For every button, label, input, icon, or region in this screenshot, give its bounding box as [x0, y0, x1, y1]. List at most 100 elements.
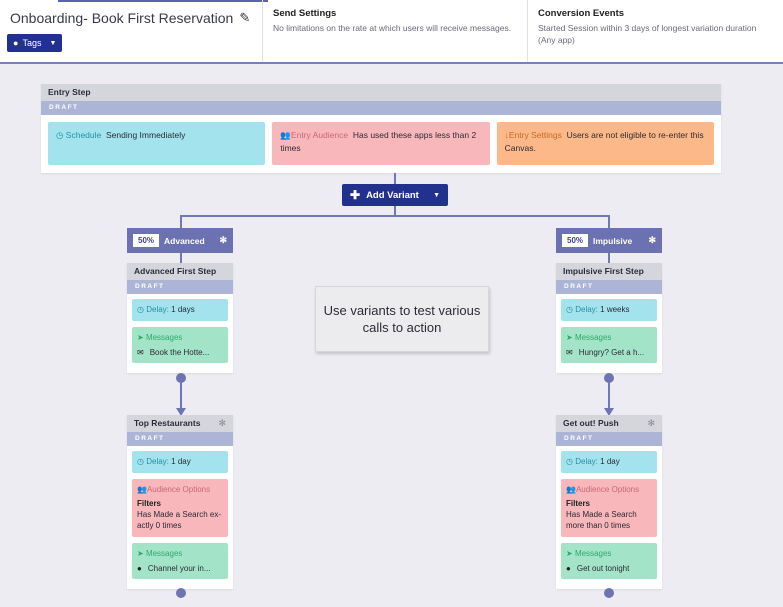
users-icon: 👥 [280, 130, 291, 140]
filters-text: Has Made a Search more than 0 times [566, 510, 637, 530]
connector-line [608, 215, 610, 228]
step-header: Impulsive First Step [556, 263, 662, 280]
connector-line [180, 382, 182, 410]
step-card[interactable]: Get out! Push ✻ DRAFT ◷ Delay: 1 day 👥Aud… [556, 415, 662, 589]
variant-header-advanced[interactable]: 50% Advanced ✻ [127, 228, 233, 253]
paper-plane-icon: ➤ [566, 549, 573, 558]
step-card[interactable]: Top Restaurants ✻ DRAFT ◷ Delay: 1 day 👥A… [127, 415, 233, 589]
delay-tile[interactable]: ◷ Delay: 1 day [561, 451, 657, 473]
conversion-events-panel[interactable]: Conversion Events Started Session within… [527, 0, 783, 62]
variant-name: Impulsive [593, 235, 633, 246]
entry-step[interactable]: Entry Step DRAFT ◷ Schedule Sending Imme… [41, 84, 721, 173]
add-variant-button[interactable]: ✚ Add Variant ▼ [342, 184, 448, 206]
plus-icon: ✚ [350, 188, 361, 202]
message-text: Hungry? Get a h... [578, 348, 645, 357]
step-title: Top Restaurants [134, 418, 201, 428]
schedule-card[interactable]: ◷ Schedule Sending Immediately [48, 122, 266, 165]
gear-icon[interactable]: ✻ [648, 235, 656, 246]
step-status: DRAFT [556, 280, 662, 294]
audience-options-label: Audience Options [146, 485, 211, 494]
conversion-events-heading: Conversion Events [538, 8, 625, 19]
delay-value: 1 days [171, 305, 195, 314]
canvas-title[interactable]: Onboarding- Book First Reservation ✎ [10, 10, 250, 26]
paper-plane-icon: ➤ [566, 333, 573, 342]
delay-tile[interactable]: ◷ Delay: 1 weeks [561, 299, 657, 321]
messages-label: Messages [574, 549, 612, 558]
step-status: DRAFT [127, 432, 233, 446]
entry-step-title: Entry Step [48, 87, 91, 97]
variant-percent[interactable]: 50% [562, 234, 589, 247]
clock-icon: ◷ [137, 305, 144, 314]
entry-step-status: DRAFT [41, 101, 721, 115]
step-status: DRAFT [556, 432, 662, 446]
messages-label: Messages [574, 333, 612, 342]
step-header: Get out! Push ✻ [556, 415, 662, 432]
messages-tile[interactable]: ➤ Messages ✉ Hungry? Get a h... [561, 327, 657, 363]
variant-name: Advanced [164, 235, 205, 246]
entry-settings-card[interactable]: ↓Entry Settings Users are not eligible t… [496, 122, 714, 165]
canvas-title-text: Onboarding- Book First Reservation [10, 10, 234, 26]
audience-options-tile[interactable]: 👥Audience Options Filters Has Made a Sea… [561, 479, 657, 537]
clock-icon: ◷ [566, 305, 573, 314]
connector-node[interactable] [176, 588, 186, 598]
messages-label: Messages [145, 549, 183, 558]
step-title: Impulsive First Step [563, 266, 644, 276]
filters-label: Filters [566, 499, 591, 508]
clock-icon: ◷ [137, 457, 144, 466]
step-card[interactable]: Advanced First Step DRAFT ◷ Delay: 1 day… [127, 263, 233, 373]
apple-icon: ● [566, 564, 571, 573]
message-text: Get out tonight [576, 564, 630, 573]
variant-header-impulsive[interactable]: 50% Impulsive ✻ [556, 228, 662, 253]
connector-line [394, 173, 396, 184]
step-title: Advanced First Step [134, 266, 217, 276]
delay-label: Delay: [575, 305, 598, 314]
entry-audience-card[interactable]: 👥Entry Audience Has used these apps less… [272, 122, 490, 165]
connector-node[interactable] [604, 588, 614, 598]
connector-line [180, 215, 610, 217]
gear-icon[interactable]: ✻ [218, 415, 226, 432]
schedule-label: Schedule [65, 130, 102, 140]
chevron-down-icon: ▼ [49, 39, 57, 47]
step-card[interactable]: Impulsive First Step DRAFT ◷ Delay: 1 we… [556, 263, 662, 373]
entry-settings-label: Entry Settings [508, 130, 562, 140]
messages-tile[interactable]: ➤ Messages ● Channel your in... [132, 543, 228, 579]
paper-plane-icon: ➤ [137, 549, 144, 558]
send-settings-text: No limitations on the rate at which user… [273, 23, 512, 33]
send-settings-panel[interactable]: Send Settings No limitations on the rate… [262, 0, 527, 62]
messages-tile[interactable]: ➤ Messages ✉ Book the Hotte... [132, 327, 228, 363]
envelope-icon: ✉ [566, 348, 573, 357]
gear-icon[interactable]: ✻ [219, 235, 227, 246]
clock-icon: ◷ [56, 130, 64, 140]
delay-tile[interactable]: ◷ Delay: 1 days [132, 299, 228, 321]
paper-plane-icon: ➤ [137, 333, 144, 342]
audience-options-label: Audience Options [575, 485, 640, 494]
delay-value: 1 day [600, 457, 620, 466]
tags-button[interactable]: ● Tags ▼ [7, 34, 63, 52]
step-header: Advanced First Step [127, 263, 233, 280]
delay-label: Delay: [146, 305, 169, 314]
delay-tile[interactable]: ◷ Delay: 1 day [132, 451, 228, 473]
conversion-events-text: Started Session within 3 days of longest… [538, 23, 757, 45]
clock-icon: ◷ [566, 457, 573, 466]
audience-options-tile[interactable]: 👥Audience Options Filters Has Made a Sea… [132, 479, 228, 537]
message-text: Channel your in... [147, 564, 211, 573]
messages-tile[interactable]: ➤ Messages ● Get out tonight [561, 543, 657, 579]
step-title: Get out! Push [563, 418, 619, 428]
delay-value: 1 weeks [600, 305, 630, 314]
tags-button-label: Tags [22, 38, 42, 48]
delay-label: Delay: [575, 457, 598, 466]
tag-icon: ● [13, 38, 19, 48]
canvas-header: Onboarding- Book First Reservation ✎ ● T… [0, 0, 783, 64]
add-variant-label: Add Variant [366, 189, 419, 201]
step-header: Top Restaurants ✻ [127, 415, 233, 432]
step-status: DRAFT [127, 280, 233, 294]
delay-value: 1 day [171, 457, 191, 466]
gear-icon[interactable]: ✻ [647, 415, 655, 432]
schedule-value: Sending Immediately [105, 130, 186, 140]
variant-percent[interactable]: 50% [133, 234, 160, 247]
pencil-icon[interactable]: ✎ [239, 10, 250, 26]
entry-step-header: Entry Step [41, 84, 721, 101]
filters-label: Filters [137, 499, 162, 508]
entry-audience-label: Entry Audience [290, 130, 349, 140]
delay-label: Delay: [146, 457, 169, 466]
